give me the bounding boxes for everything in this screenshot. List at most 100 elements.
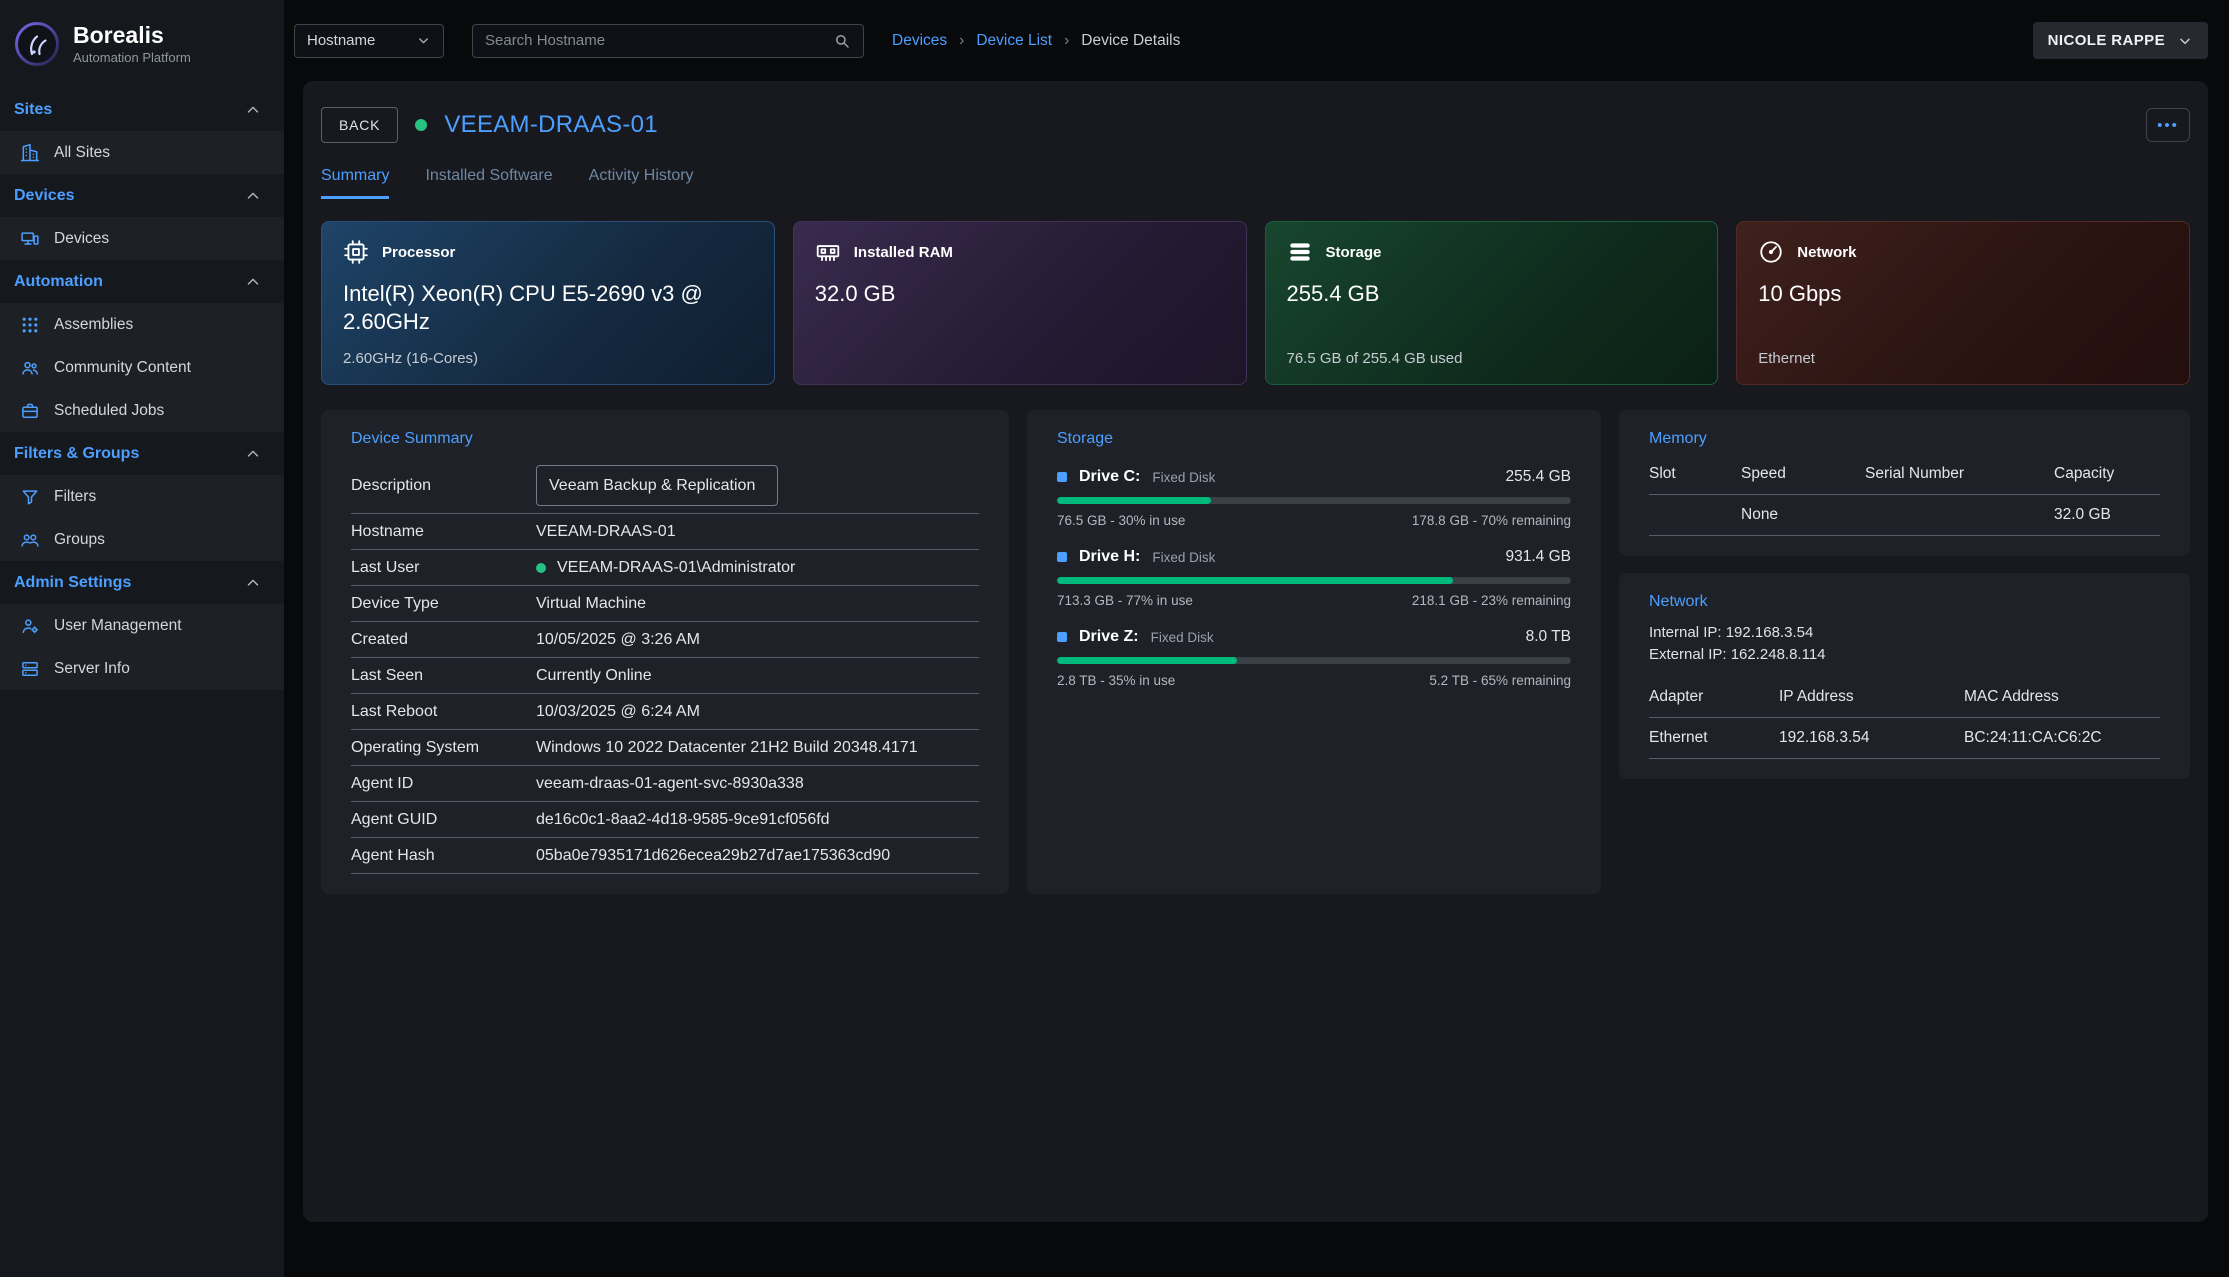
table-row: Description (351, 458, 979, 514)
sidebar-section-admin-settings[interactable]: Admin Settings (0, 561, 284, 604)
tab-activity-history[interactable]: Activity History (589, 167, 694, 199)
online-status-dot (536, 563, 546, 573)
brand: Borealis Automation Platform (0, 0, 284, 88)
drive-remaining: 178.8 GB - 70% remaining (1412, 513, 1571, 528)
row-value: 10/03/2025 @ 6:24 AM (536, 703, 979, 721)
network-card: Network 10 Gbps Ethernet (1736, 221, 2190, 385)
table-row: Last User VEEAM-DRAAS-01\Administrator (351, 550, 979, 586)
user-menu-button[interactable]: NICOLE RAPPE (2033, 22, 2208, 59)
column-header: Capacity (2054, 465, 2160, 483)
sidebar-item-label: Server Info (54, 660, 130, 678)
row-label: Device Type (351, 595, 536, 613)
back-button[interactable]: BACK (321, 107, 398, 143)
breadcrumb-device-list[interactable]: Device List (976, 32, 1052, 50)
sidebar-item-server-info[interactable]: Server Info (0, 647, 284, 690)
adapter-name: Ethernet (1649, 729, 1779, 747)
memory-capacity: 32.0 GB (2054, 506, 2160, 524)
ram-icon (815, 239, 841, 265)
table-row: Device Type Virtual Machine (351, 586, 979, 622)
table-row: Last Seen Currently Online (351, 658, 979, 694)
sidebar-item-groups[interactable]: Groups (0, 518, 284, 561)
row-value: 05ba0e7935171d626ecea29b27d7ae175363cd90 (536, 847, 979, 865)
tab-installed-software[interactable]: Installed Software (425, 167, 552, 199)
sidebar-section-automation[interactable]: Automation (0, 260, 284, 303)
row-label: Agent ID (351, 775, 536, 793)
row-label: Hostname (351, 523, 536, 541)
row-value: de16c0c1-8aa2-4d18-9585-9ce91cf056fd (536, 811, 979, 829)
sidebar-section-sites[interactable]: Sites (0, 88, 284, 131)
drive-used: 76.5 GB - 30% in use (1057, 513, 1185, 528)
page-header: BACK VEEAM-DRAAS-01 ••• (321, 107, 2190, 143)
column-header: Slot (1649, 465, 1741, 483)
table-row: Agent ID veeam-draas-01-agent-svc-8930a3… (351, 766, 979, 802)
tab-summary[interactable]: Summary (321, 167, 389, 199)
detail-panels: Device Summary Description Hostname VEEA… (321, 410, 2190, 894)
drive-usage-fill (1057, 657, 1237, 664)
chevron-down-icon (416, 33, 431, 48)
column-header: Adapter (1649, 688, 1779, 706)
card-value: 10 Gbps (1758, 280, 2143, 308)
card-title: Processor (382, 244, 455, 261)
column-header: Serial Number (1865, 465, 2054, 483)
drive-name: Drive C: (1079, 468, 1140, 486)
more-options-button[interactable]: ••• (2146, 108, 2190, 142)
table-row: Last Reboot 10/03/2025 @ 6:24 AM (351, 694, 979, 730)
sidebar-item-label: User Management (54, 617, 182, 635)
card-title: Network (1797, 244, 1856, 261)
row-value: Virtual Machine (536, 595, 979, 613)
ram-card: Installed RAM 32.0 GB (793, 221, 1247, 385)
sidebar-item-user-management[interactable]: User Management (0, 604, 284, 647)
drive-bullet-icon (1057, 632, 1067, 642)
drive-size: 8.0 TB (1526, 628, 1571, 646)
storage-panel: Storage Drive C: Fixed Disk 255.4 GB 76.… (1027, 410, 1601, 894)
sidebar-item-scheduled-jobs[interactable]: Scheduled Jobs (0, 389, 284, 432)
column-header: Speed (1741, 465, 1865, 483)
card-value: 32.0 GB (815, 280, 1200, 308)
people-icon (20, 358, 40, 378)
cpu-icon (343, 239, 369, 265)
breadcrumb-devices[interactable]: Devices (892, 32, 947, 50)
sidebar-section-devices[interactable]: Devices (0, 174, 284, 217)
table-row: Operating System Windows 10 2022 Datacen… (351, 730, 979, 766)
sidebar-item-assemblies[interactable]: Assemblies (0, 303, 284, 346)
right-column: Memory Slot Speed Serial Number Capacity… (1619, 410, 2190, 894)
sidebar-item-label: Devices (54, 230, 109, 248)
drive-remaining: 218.1 GB - 23% remaining (1412, 593, 1571, 608)
sidebar-item-all-sites[interactable]: All Sites (0, 131, 284, 174)
adapter-ip: 192.168.3.54 (1779, 729, 1964, 747)
sidebar-item-label: Assemblies (54, 316, 133, 334)
row-value: Windows 10 2022 Datacenter 21H2 Build 20… (536, 739, 979, 757)
drive-type: Fixed Disk (1152, 550, 1215, 565)
search-input[interactable] (485, 32, 833, 49)
drive-usage-bar (1057, 657, 1571, 664)
breadcrumb-separator: › (959, 32, 964, 50)
sidebar-item-label: Community Content (54, 359, 191, 377)
sidebar-item-filters[interactable]: Filters (0, 475, 284, 518)
breadcrumb-current: Device Details (1081, 32, 1180, 50)
description-input[interactable] (536, 465, 778, 506)
sidebar-item-devices[interactable]: Devices (0, 217, 284, 260)
filter-icon (20, 487, 40, 507)
sidebar-section-filters-groups[interactable]: Filters & Groups (0, 432, 284, 475)
row-value: VEEAM-DRAAS-01\Administrator (536, 559, 979, 577)
sidebar-item-community-content[interactable]: Community Content (0, 346, 284, 389)
disks-icon (1287, 239, 1313, 265)
chevron-up-icon (244, 101, 262, 119)
column-header: MAC Address (1964, 688, 2160, 706)
row-label: Last Reboot (351, 703, 536, 721)
sidebar: Borealis Automation Platform Sites All S… (0, 0, 284, 1277)
rabbit-logo-icon (14, 21, 60, 67)
drive-name: Drive Z: (1079, 628, 1139, 646)
row-label: Last Seen (351, 667, 536, 685)
memory-table-header: Slot Speed Serial Number Capacity (1649, 454, 2160, 495)
building-icon (20, 143, 40, 163)
drive-usage-bar (1057, 577, 1571, 584)
drive-bullet-icon (1057, 552, 1067, 562)
sidebar-item-label: Scheduled Jobs (54, 402, 164, 420)
search-type-select[interactable]: Hostname (294, 24, 444, 58)
row-value: veeam-draas-01-agent-svc-8930a338 (536, 775, 979, 793)
gauge-icon (1758, 239, 1784, 265)
breadcrumb: Devices › Device List › Device Details (892, 32, 1180, 50)
adapter-mac: BC:24:11:CA:C6:2C (1964, 729, 2160, 747)
card-value: 255.4 GB (1287, 280, 1672, 308)
